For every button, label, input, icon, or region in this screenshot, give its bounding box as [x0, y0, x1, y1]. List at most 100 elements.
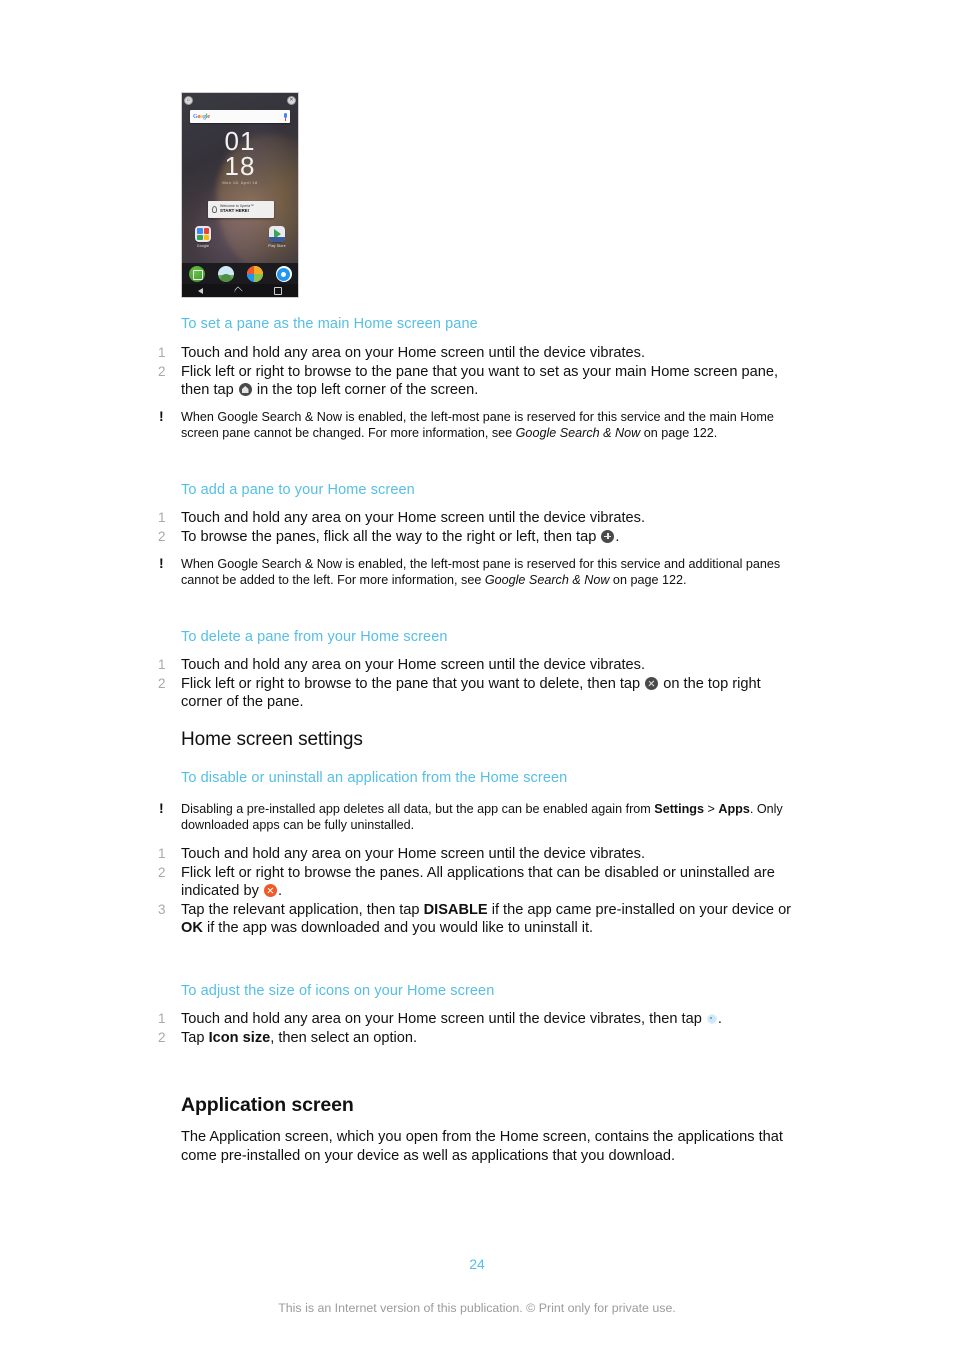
heading-adjust-icon-size: To adjust the size of icons on your Home… [181, 983, 495, 999]
note-text-before: When Google Search & Now is enabled, the… [181, 557, 781, 588]
list-item: 1 Touch and hold any area on your Home s… [155, 344, 795, 363]
step-text-after: . [717, 1011, 722, 1027]
list-item: 1 Touch and hold any area on your Home s… [155, 509, 795, 528]
step-number: 1 [158, 1011, 166, 1026]
step-text-after: . [277, 883, 283, 899]
steps-set-main-pane: 1 Touch and hold any area on your Home s… [155, 344, 795, 400]
welcome-line-2: START HERE! [220, 208, 250, 214]
google-folder-icon [195, 226, 211, 242]
steps-disable-uninstall-app: 1 Touch and hold any area on your Home s… [155, 845, 795, 938]
step-number: 2 [158, 675, 166, 691]
manual-page: ⌂ ✕ Google 01 18 Mon 18, April 18 Welcom… [0, 0, 954, 1350]
step-text: To browse the panes, flick all the way t… [181, 528, 795, 547]
note-add-pane: ! When Google Search & Now is enabled, t… [155, 556, 795, 589]
note-reference: Google Search & Now [515, 426, 641, 441]
note-part-2: > [703, 802, 719, 816]
note-bold-apps: Apps [718, 802, 750, 816]
home-app-play-store[interactable]: Play Store [264, 226, 290, 248]
note-marker: ! [159, 408, 164, 424]
note-text-after: on page 122. [640, 426, 718, 441]
step-text-after: in the top left corner of the screen. [252, 382, 479, 398]
step-number: 2 [158, 528, 166, 544]
delete-pane-icon [645, 676, 659, 690]
recents-icon[interactable] [274, 286, 283, 295]
note-marker: ! [159, 555, 164, 571]
note-text: When Google Search & Now is enabled, the… [181, 556, 795, 589]
step-text-before: Flick left or right to browse to the pan… [181, 675, 645, 692]
phone-screen: ⌂ ✕ Google 01 18 Mon 18, April 18 Welcom… [182, 93, 298, 265]
home-pane-icon [238, 383, 252, 396]
add-pane-icon [601, 529, 615, 543]
step-number: 2 [158, 864, 166, 880]
android-navigation-bar [182, 284, 298, 297]
welcome-xperia-card[interactable]: Welcome to Xperia™ START HERE! [208, 201, 274, 218]
wallpapers-icon [217, 266, 234, 282]
set-main-pane-icon[interactable]: ⌂ [184, 96, 193, 105]
step-number: 1 [158, 657, 166, 672]
application-screen-paragraph: The Application screen, which you open f… [181, 1129, 783, 1164]
list-item: 1 Touch and hold any area on your Home s… [155, 1010, 795, 1029]
step-number: 1 [158, 510, 166, 525]
step-text: Touch and hold any area on your Home scr… [181, 1010, 795, 1029]
home-screen-dock: Widgets Wallpapers Themes Settings [182, 263, 298, 297]
heading-set-main-pane: To set a pane as the main Home screen pa… [181, 316, 478, 332]
step-text-before: To browse the panes, flick all the way t… [181, 528, 601, 545]
heading-home-screen-settings: Home screen settings [181, 729, 363, 750]
list-item: 2 Flick left or right to browse to the p… [155, 675, 795, 712]
clock-minutes: 18 [224, 150, 256, 181]
widgets-icon [188, 266, 205, 282]
steps-add-pane: 1 Touch and hold any area on your Home s… [155, 509, 795, 546]
lightbulb-icon [212, 206, 217, 213]
home-app-row: Google Play Store [182, 226, 298, 254]
list-item: 1 Touch and hold any area on your Home s… [155, 845, 795, 864]
note-reference: Google Search & Now [484, 573, 610, 588]
step-text: Tap the relevant application, then tap D… [181, 901, 795, 938]
step-text: Touch and hold any area on your Home scr… [181, 846, 646, 862]
step-part-1: Tap [181, 1029, 209, 1046]
step-text-before: Touch and hold any area on your Home scr… [181, 1011, 706, 1027]
note-bold-settings: Settings [654, 802, 704, 816]
google-logo: Google [193, 113, 210, 120]
step-text: Tap Icon size, then select an option. [181, 1029, 795, 1048]
settings-icon [275, 266, 292, 282]
clock-widget: 01 18 Mon 18, April 18 [182, 126, 298, 186]
step-number: 1 [158, 846, 166, 861]
step-part-3: if the app was downloaded and you would … [202, 920, 594, 936]
step-text: Touch and hold any area on your Home scr… [181, 345, 646, 361]
google-search-widget[interactable]: Google [190, 110, 290, 123]
microphone-icon[interactable] [283, 112, 287, 121]
clock-hours: 01 [224, 126, 256, 156]
note-text-after: on page 122. [609, 573, 687, 588]
step-text-after: . [615, 528, 620, 545]
step-text: Flick left or right to browse to the pan… [181, 363, 795, 400]
step-number: 2 [158, 1029, 166, 1045]
themes-icon [246, 266, 263, 282]
step-text: Flick left or right to browse to the pan… [181, 675, 795, 712]
delete-pane-icon[interactable]: ✕ [287, 96, 296, 105]
list-item: 1 Touch and hold any area on your Home s… [155, 656, 795, 675]
note-disable-uninstall: ! Disabling a pre-installed app deletes … [155, 801, 795, 834]
list-item: 3 Tap the relevant application, then tap… [155, 901, 795, 938]
home-screen-phone-screenshot: ⌂ ✕ Google 01 18 Mon 18, April 18 Welcom… [181, 92, 299, 298]
steps-adjust-icon-size: 1 Touch and hold any area on your Home s… [155, 1010, 795, 1047]
play-store-icon [269, 226, 285, 242]
heading-delete-pane: To delete a pane from your Home screen [181, 629, 448, 645]
note-text: When Google Search & Now is enabled, the… [181, 409, 795, 442]
step-part-2: , then select an option. [270, 1029, 418, 1046]
step-part-2: if the app came pre-installed on your de… [487, 901, 792, 918]
heading-application-screen: Application screen [181, 1094, 354, 1116]
home-app-google-folder[interactable]: Google [190, 226, 216, 248]
step-number: 1 [158, 345, 166, 360]
step-number: 2 [158, 363, 166, 379]
back-icon[interactable] [197, 287, 203, 294]
note-marker: ! [159, 800, 164, 816]
step-part-1: Tap the relevant application, then tap [181, 901, 424, 918]
heading-add-pane: To add a pane to your Home screen [181, 482, 415, 498]
clock-date: Mon 18, April 18 [222, 180, 258, 186]
icon-size-settings-icon [706, 1014, 717, 1024]
step-bold-icon-size: Icon size [208, 1029, 271, 1046]
home-icon[interactable] [233, 285, 244, 296]
welcome-card-text: Welcome to Xperia™ START HERE! [220, 205, 254, 213]
page-number: 24 [469, 1256, 485, 1272]
list-item: 2 Flick left or right to browse to the p… [155, 363, 795, 400]
